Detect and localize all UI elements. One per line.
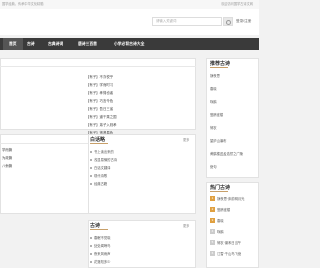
nav-item-1[interactable]: 古诗 — [27, 38, 35, 50]
recommend-item[interactable]: 绝句 — [210, 164, 217, 169]
hot-item[interactable]: 江雪·千山鸟飞绝 — [217, 251, 241, 256]
bullet-icon — [90, 237, 92, 239]
poem-item[interactable]: 【有子】孝悌也者 — [86, 90, 113, 95]
list-item[interactable]: 八佾篇 — [2, 163, 12, 168]
search-input[interactable]: 请输入关键词 — [152, 17, 222, 26]
bullet-icon — [90, 183, 92, 185]
more-link[interactable]: 更多 — [183, 137, 189, 142]
rank-badge: 4 — [210, 229, 215, 234]
more-link[interactable]: 更多 — [183, 223, 189, 228]
baihua-title: 白话略 — [90, 137, 106, 143]
recommend-item[interactable]: 春晓 — [210, 86, 217, 91]
bullet-icon — [90, 167, 92, 169]
top-bar: 国学经典，传承中华文化精髓 欢迎访问国学古诗文网 — [0, 0, 259, 9]
gushi-title: 古诗 — [90, 223, 101, 229]
recommend-item[interactable]: 咏鹅 — [210, 99, 217, 104]
main-nav: 首页 古诗 古典诗词 唐诗三百首 小学必背古诗大全 — [0, 38, 259, 50]
list-item[interactable]: 春眠不觉晓 — [94, 235, 110, 240]
nav-item-0[interactable]: 首页 — [3, 38, 23, 50]
rank-badge: 2 — [210, 207, 215, 212]
search-icon — [226, 19, 231, 25]
hot-item[interactable]: 春晓 — [217, 218, 224, 223]
nav-item-2[interactable]: 古典诗词 — [48, 38, 63, 50]
bullet-icon — [90, 261, 92, 263]
poem-item[interactable]: 【有子】巧言令色 — [86, 98, 113, 103]
list-item[interactable]: 花落知多少 — [94, 259, 110, 264]
recommend-title: 推荐古诗 — [210, 61, 231, 67]
title-underline — [210, 67, 228, 68]
bullet-icon — [90, 159, 92, 161]
rank-badge: 6 — [210, 251, 215, 256]
title-underline — [210, 191, 228, 192]
search-button[interactable] — [223, 17, 233, 26]
hot-item[interactable]: 登鹳雀楼 — [217, 207, 230, 212]
bullet-icon — [90, 175, 92, 177]
rank-badge: 1 — [210, 196, 215, 201]
hot-item[interactable]: 悯农·锄禾日当午 — [217, 240, 241, 245]
recommend-item[interactable]: 黄鹤楼送孟浩然之广陵 — [210, 151, 243, 156]
top-bar-left-text: 国学经典，传承中华文化精髓 — [2, 2, 44, 6]
recommend-item[interactable]: 望庐山瀑布 — [210, 138, 226, 143]
poem-item[interactable]: 【有子】学而时习 — [86, 82, 113, 87]
nav-item-4[interactable]: 小学必背古诗大全 — [114, 38, 144, 50]
bullet-icon — [90, 151, 92, 153]
hot-title: 热门古诗 — [210, 185, 231, 191]
hot-item[interactable]: 咏鹅 — [217, 229, 224, 234]
bullet-icon — [90, 245, 92, 247]
list-item[interactable]: 书上读出来的 — [94, 149, 114, 154]
title-underline — [90, 229, 108, 230]
list-item[interactable]: 现代诗歌 — [94, 173, 107, 178]
list-item[interactable]: 学而篇 — [2, 147, 12, 152]
list-item[interactable]: 浅显易懂的古诗 — [94, 157, 117, 162]
bullet-icon — [90, 253, 92, 255]
left-mid-panel — [0, 134, 102, 214]
poem-item[interactable]: 【有子】吾日三省 — [86, 106, 113, 111]
recommend-item[interactable]: 静夜思 — [210, 73, 220, 78]
recommend-item[interactable]: 悯农 — [210, 125, 217, 130]
poem-item[interactable]: 【有子】道千乘之国 — [86, 114, 117, 119]
panel-divider — [0, 143, 102, 144]
top-bar-right-text: 欢迎访问国学古诗文网 — [221, 2, 253, 6]
list-item[interactable]: 夜来风雨声 — [94, 251, 110, 256]
list-item[interactable]: 经典古籍 — [94, 181, 107, 186]
panel-divider — [0, 66, 196, 67]
login-link[interactable]: 登录/注册 — [236, 17, 251, 26]
title-underline — [90, 143, 108, 144]
hot-item[interactable]: 静夜思·床前明月光 — [217, 196, 244, 201]
list-item[interactable]: 白话文翻译 — [94, 165, 110, 170]
rank-badge: 5 — [210, 240, 215, 245]
poem-item[interactable]: 【有子】不亦悦乎 — [86, 74, 113, 79]
rank-badge: 3 — [210, 218, 215, 223]
list-item[interactable]: 处处闻啼鸟 — [94, 243, 110, 248]
list-item[interactable]: 为政篇 — [2, 155, 12, 160]
recommend-item[interactable]: 登鹳雀楼 — [210, 112, 223, 117]
poem-item[interactable]: 【有子】弟子入则孝 — [86, 122, 117, 127]
nav-item-3[interactable]: 唐诗三百首 — [78, 38, 97, 50]
